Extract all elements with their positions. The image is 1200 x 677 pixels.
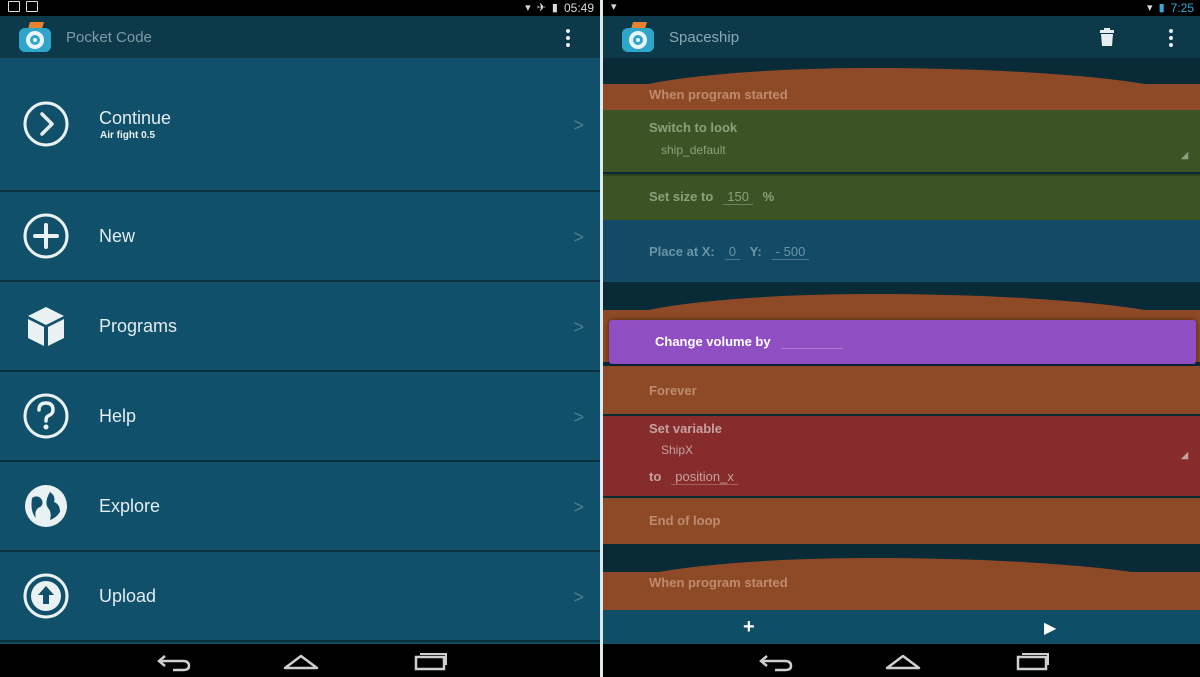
status-time: 7:25 bbox=[1170, 1, 1194, 15]
menu-label-help: Help bbox=[99, 406, 137, 426]
question-circle-icon bbox=[23, 393, 69, 439]
left-screen: ▾ ✈ ▮ 05:49 Pocket Code Continue Air fig… bbox=[0, 0, 600, 677]
end-of-loop-brick[interactable]: End of loop bbox=[603, 498, 1200, 544]
status-time: 05:49 bbox=[563, 1, 594, 15]
menu-item-new[interactable]: New > bbox=[0, 192, 600, 282]
signal-icon: ▾ bbox=[1147, 1, 1153, 14]
chevron-right-icon: > bbox=[573, 227, 584, 247]
menu-label-explore: Explore bbox=[99, 496, 161, 516]
upload-circle-icon bbox=[23, 573, 69, 619]
right-screen: ▾ ▾ ▮ 7:25 Spaceship When program starte… bbox=[603, 0, 1200, 677]
dropdown-corner-icon: ◢ bbox=[1181, 150, 1188, 160]
airplane-icon: ✈ bbox=[536, 1, 546, 14]
menu-item-programs[interactable]: Programs > bbox=[0, 282, 600, 372]
main-menu: Continue Air fight 0.5 > New > Programs … bbox=[0, 58, 600, 642]
when-program-started-brick[interactable]: When program started bbox=[603, 84, 1200, 110]
chevron-right-icon: > bbox=[573, 407, 584, 427]
menu-label-new: New bbox=[99, 226, 136, 246]
set-size-brick[interactable]: Set size to 150 % bbox=[603, 174, 1200, 220]
menu-item-continue[interactable]: Continue Air fight 0.5 > bbox=[0, 58, 600, 192]
back-icon[interactable] bbox=[153, 650, 193, 672]
forever-brick[interactable]: Forever bbox=[603, 366, 1200, 414]
overflow-menu-icon[interactable] bbox=[1161, 27, 1181, 49]
place-at-brick[interactable]: Place at X: 0 Y: - 500 bbox=[603, 220, 1200, 282]
dropdown-corner-icon: ◢ bbox=[1181, 450, 1188, 460]
chevron-circle-icon bbox=[23, 101, 69, 147]
battery-icon: ▮ bbox=[551, 1, 558, 14]
menu-label-programs: Programs bbox=[99, 316, 178, 336]
sprite-title: Spaceship bbox=[669, 29, 740, 46]
recent-apps-icon[interactable] bbox=[1012, 650, 1052, 672]
app-title: Pocket Code bbox=[66, 29, 152, 46]
cube-icon bbox=[28, 307, 64, 346]
volume-value-field[interactable] bbox=[780, 334, 843, 349]
add-brick-button[interactable]: + bbox=[743, 617, 755, 637]
menu-label-upload: Upload bbox=[99, 586, 157, 606]
menu-item-upload[interactable]: Upload > bbox=[0, 552, 600, 642]
globe-icon bbox=[25, 485, 67, 527]
pocket-code-logo-icon bbox=[622, 22, 654, 52]
navigation-bar bbox=[0, 644, 600, 677]
menu-item-help[interactable]: Help > bbox=[0, 372, 600, 462]
mail-icon bbox=[26, 1, 38, 12]
chevron-right-icon: > bbox=[573, 317, 584, 337]
wifi-icon: ▾ bbox=[525, 1, 531, 14]
variable-selector[interactable]: ShipX bbox=[661, 443, 693, 457]
action-bar: Spaceship bbox=[603, 16, 1200, 58]
chevron-right-icon: > bbox=[573, 115, 584, 135]
status-bar: ▾ ✈ ▮ 05:49 bbox=[0, 0, 600, 16]
bottom-action-bar: + ▶ bbox=[603, 610, 1200, 644]
size-value-field[interactable]: 150 bbox=[723, 189, 753, 205]
continue-subtitle: Air fight 0.5 bbox=[100, 130, 156, 141]
action-bar: Pocket Code bbox=[0, 16, 600, 58]
menu-label-continue: Continue bbox=[99, 108, 172, 128]
plus-circle-icon bbox=[23, 213, 69, 259]
play-button[interactable]: ▶ bbox=[1044, 619, 1056, 639]
change-volume-brick-dragging[interactable]: Change volume by bbox=[609, 320, 1196, 364]
battery-icon: ▮ bbox=[1158, 1, 1165, 14]
notification-icon bbox=[8, 1, 20, 12]
menu-item-explore[interactable]: Explore > bbox=[0, 462, 600, 552]
home-icon[interactable] bbox=[883, 650, 923, 672]
chevron-right-icon: > bbox=[573, 587, 584, 607]
to-value-field[interactable]: position_x bbox=[671, 469, 738, 485]
script-area[interactable]: When program started Switch to look ship… bbox=[603, 58, 1200, 610]
switch-to-look-brick[interactable]: Switch to look ship_default ◢ bbox=[603, 110, 1200, 172]
trash-icon[interactable] bbox=[1098, 27, 1116, 47]
overflow-menu-icon[interactable] bbox=[558, 27, 578, 49]
pocket-code-logo-icon bbox=[19, 22, 51, 52]
home-icon[interactable] bbox=[281, 650, 321, 672]
set-variable-brick[interactable]: Set variable ShipX ◢ to position_x bbox=[603, 416, 1200, 496]
recent-apps-icon[interactable] bbox=[410, 650, 450, 672]
chevron-right-icon: > bbox=[573, 497, 584, 517]
when-program-started-brick-2[interactable]: When program started bbox=[603, 572, 1200, 610]
y-value-field[interactable]: - 500 bbox=[771, 244, 810, 260]
wifi-icon: ▾ bbox=[611, 1, 617, 13]
navigation-bar bbox=[603, 644, 1200, 677]
status-bar: ▾ ▾ ▮ 7:25 bbox=[603, 0, 1200, 16]
look-selector[interactable]: ship_default bbox=[661, 143, 726, 157]
x-value-field[interactable]: 0 bbox=[724, 244, 740, 260]
back-icon[interactable] bbox=[755, 650, 795, 672]
